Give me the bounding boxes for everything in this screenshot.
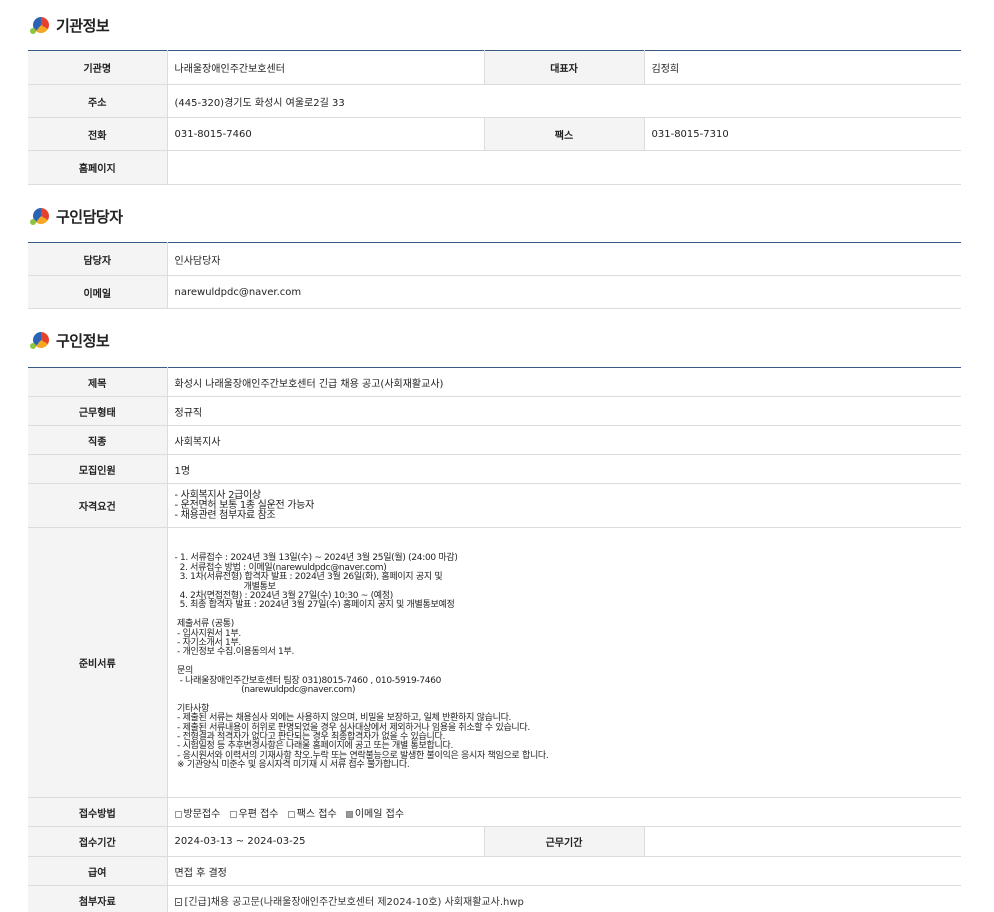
salary-value: 면접 후 결정 bbox=[167, 856, 961, 886]
attachment-link[interactable]: [긴급]채용 공고문(나래울장애인주간보호센터 제2024-10호) 사회재활교… bbox=[185, 897, 524, 908]
table-row: 접수방법 방문접수 우편 접수 팩스 접수 이메일 접수 bbox=[28, 797, 961, 827]
documents-value: - 1. 서류접수 : 2024년 3월 13일(수) ~ 2024년 3월 2… bbox=[167, 527, 961, 798]
row-label: 제목 bbox=[28, 367, 168, 397]
table-row: 모집인원 1명 bbox=[28, 454, 961, 484]
row-label: 팩스 bbox=[484, 117, 645, 151]
checkbox-icon bbox=[287, 810, 295, 818]
phone-value: 031-8015-7460 bbox=[167, 117, 485, 151]
row-label: 담당자 bbox=[28, 242, 168, 276]
table-row: 홈페이지 bbox=[28, 150, 961, 185]
bullet-logo-icon bbox=[30, 15, 50, 35]
method-label: 우편 접수 bbox=[238, 808, 279, 820]
homepage-value[interactable] bbox=[167, 150, 961, 185]
fax-value: 031-8015-7310 bbox=[644, 117, 961, 151]
method-fax: 팩스 접수 bbox=[287, 808, 337, 820]
table-row: 접수기간 2024-03-13 ~ 2024-03-25 근무기간 bbox=[28, 826, 961, 857]
file-download-icon[interactable] bbox=[174, 897, 182, 906]
row-label: 접수기간 bbox=[28, 826, 168, 857]
employment-type-value: 정규직 bbox=[167, 396, 961, 426]
row-label: 대표자 bbox=[484, 50, 645, 85]
table-row: 첨부자료 [긴급]채용 공고문(나래울장애인주간보호센터 제2024-10호) … bbox=[28, 885, 961, 912]
section-title-text: 구인정보 bbox=[56, 331, 110, 350]
address-value: (445-320)경기도 화성시 여울로2길 33 bbox=[167, 84, 961, 118]
table-row: 급여 면접 후 결정 bbox=[28, 856, 961, 886]
table-row: 담당자 인사담당자 bbox=[28, 242, 961, 276]
row-label: 준비서류 bbox=[28, 527, 168, 798]
table-row: 근무형태 정규직 bbox=[28, 396, 961, 426]
bullet-logo-icon bbox=[30, 330, 50, 350]
work-period-value bbox=[644, 826, 961, 857]
row-label: 첨부자료 bbox=[28, 885, 168, 912]
table-row: 제목 화성시 나래울장애인주간보호센터 긴급 채용 공고(사회재활교사) bbox=[28, 367, 961, 397]
attachment-cell: [긴급]채용 공고문(나래울장애인주간보호센터 제2024-10호) 사회재활교… bbox=[167, 885, 961, 912]
row-label: 근무형태 bbox=[28, 396, 168, 426]
page: 기관정보 기관명 나래울장애인주간보호센터 대표자 김정희 주소 (445-32… bbox=[0, 0, 994, 912]
table-row: 전화 031-8015-7460 팩스 031-8015-7310 bbox=[28, 117, 961, 151]
qualification-value: - 사회복지사 2급이상 - 운전면허 보통 1종 실운전 가능자 - 채용관련… bbox=[167, 483, 961, 528]
table-row: 직종 사회복지사 bbox=[28, 425, 961, 455]
section-title-org: 기관정보 bbox=[30, 12, 110, 38]
receipt-period-value: 2024-03-13 ~ 2024-03-25 bbox=[167, 826, 485, 857]
bullet-logo-icon bbox=[30, 206, 50, 226]
table-row: 이메일 narewuldpdc@naver.com bbox=[28, 275, 961, 309]
row-label: 자격요건 bbox=[28, 483, 168, 528]
representative-value: 김정희 bbox=[644, 50, 961, 85]
row-label: 근무기간 bbox=[484, 826, 645, 857]
org-name-value: 나래울장애인주간보호센터 bbox=[167, 50, 485, 85]
checkbox-icon bbox=[229, 810, 237, 818]
table-row: 주소 (445-320)경기도 화성시 여울로2길 33 bbox=[28, 84, 961, 118]
row-label: 접수방법 bbox=[28, 797, 168, 827]
row-label: 전화 bbox=[28, 117, 168, 151]
checkbox-checked-icon bbox=[345, 810, 353, 818]
method-mail: 우편 접수 bbox=[229, 808, 279, 820]
contact-info-table: 담당자 인사담당자 이메일 narewuldpdc@naver.com bbox=[28, 242, 961, 309]
org-info-table: 기관명 나래울장애인주간보호센터 대표자 김정희 주소 (445-320)경기도… bbox=[28, 50, 961, 185]
method-email: 이메일 접수 bbox=[345, 808, 405, 820]
method-label: 이메일 접수 bbox=[354, 808, 405, 820]
section-title-job: 구인정보 bbox=[30, 327, 110, 353]
row-label: 홈페이지 bbox=[28, 150, 168, 185]
table-row: 기관명 나래울장애인주간보호센터 대표자 김정희 bbox=[28, 50, 961, 85]
email-value[interactable]: narewuldpdc@naver.com bbox=[167, 275, 961, 309]
row-label: 급여 bbox=[28, 856, 168, 886]
row-label: 주소 bbox=[28, 84, 168, 118]
row-label: 직종 bbox=[28, 425, 168, 455]
job-title-value: 화성시 나래울장애인주간보호센터 긴급 채용 공고(사회재활교사) bbox=[167, 367, 961, 397]
table-row: 자격요건 - 사회복지사 2급이상 - 운전면허 보통 1종 실운전 가능자 -… bbox=[28, 483, 961, 528]
method-label: 팩스 접수 bbox=[296, 808, 337, 820]
receipt-method-value: 방문접수 우편 접수 팩스 접수 이메일 접수 bbox=[167, 797, 961, 827]
section-title-text: 기관정보 bbox=[56, 16, 110, 35]
method-visit: 방문접수 bbox=[174, 808, 221, 820]
row-label: 모집인원 bbox=[28, 454, 168, 484]
table-row: 준비서류 - 1. 서류접수 : 2024년 3월 13일(수) ~ 2024년… bbox=[28, 527, 961, 798]
occupation-value: 사회복지사 bbox=[167, 425, 961, 455]
job-info-table: 제목 화성시 나래울장애인주간보호센터 긴급 채용 공고(사회재활교사) 근무형… bbox=[28, 367, 961, 912]
headcount-value: 1명 bbox=[167, 454, 961, 484]
contact-person-value: 인사담당자 bbox=[167, 242, 961, 276]
method-label: 방문접수 bbox=[183, 808, 221, 820]
section-title-contact: 구인담당자 bbox=[30, 203, 123, 229]
row-label: 이메일 bbox=[28, 275, 168, 309]
checkbox-icon bbox=[174, 810, 182, 818]
row-label: 기관명 bbox=[28, 50, 168, 85]
section-title-text: 구인담당자 bbox=[56, 207, 123, 226]
